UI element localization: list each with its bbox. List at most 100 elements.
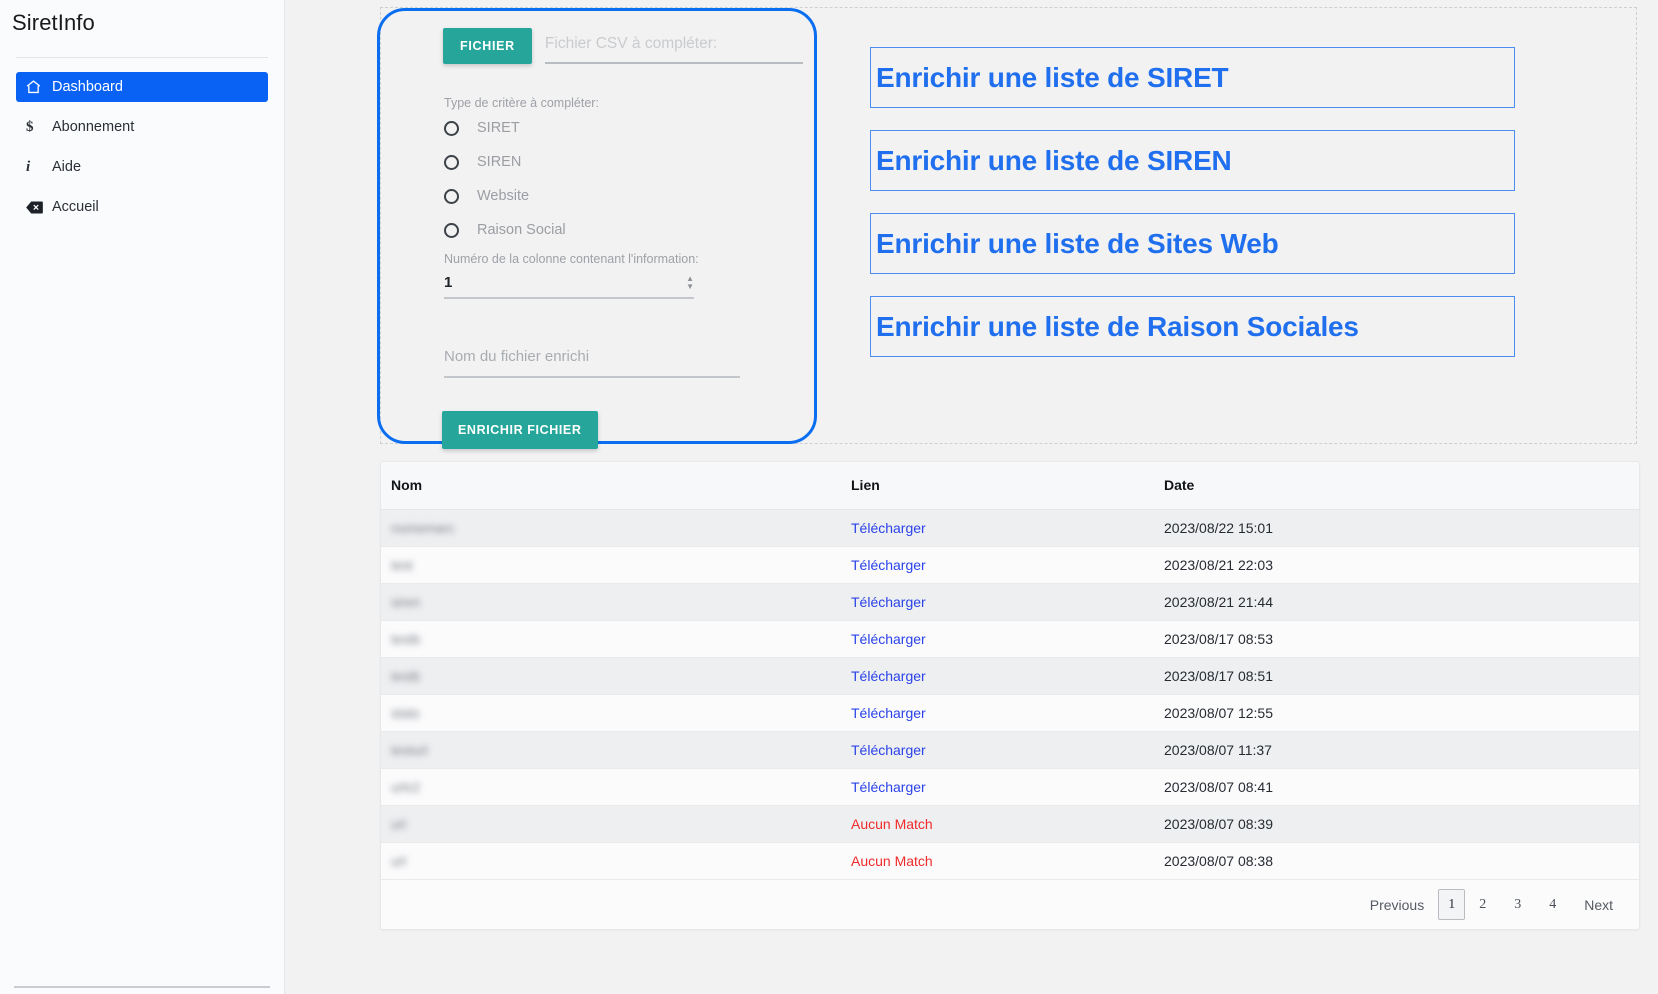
table-row: testb Télécharger 2023/08/17 08:51 <box>381 657 1639 695</box>
cell-lien: Télécharger <box>841 657 1154 695</box>
stepper-down-icon[interactable]: ▼ <box>686 282 694 291</box>
file-upload-row: FICHIER Fichier CSV à compléter: <box>443 28 803 64</box>
cell-nom: siren <box>381 583 841 621</box>
sidebar-item-dashboard[interactable]: Dashboard <box>16 72 268 102</box>
cell-nom: url <box>381 805 841 843</box>
sidebar-item-label: Accueil <box>52 199 99 215</box>
table-head: Nom Lien Date <box>381 462 1639 510</box>
cell-nom: testb <box>381 620 841 658</box>
column-header-date: Date <box>1154 462 1639 510</box>
enrichir-fichier-button[interactable]: ENRICHIR FICHIER <box>442 411 598 449</box>
redacted-filename: test <box>391 558 413 573</box>
cell-nom: nomemarc <box>381 509 841 547</box>
cell-date: 2023/08/07 11:37 <box>1154 731 1639 769</box>
pagination-page-4[interactable]: 4 <box>1535 889 1570 920</box>
download-link[interactable]: Télécharger <box>851 668 926 684</box>
cell-date: 2023/08/07 08:39 <box>1154 805 1639 843</box>
download-link[interactable]: Télécharger <box>851 631 926 647</box>
download-link[interactable]: Télécharger <box>851 520 926 536</box>
column-number-value: 1 <box>444 274 453 291</box>
fichier-button[interactable]: FICHIER <box>443 28 532 64</box>
output-filename-field[interactable]: Nom du fichier enrichi <box>444 348 740 378</box>
download-link[interactable]: Télécharger <box>851 742 926 758</box>
download-link[interactable]: Télécharger <box>851 594 926 610</box>
cell-lien: Télécharger <box>841 694 1154 732</box>
redacted-filename: siren <box>391 595 421 610</box>
cell-lien: Télécharger <box>841 509 1154 547</box>
sidebar-nav: Dashboard $ Abonnement i Aide Accueil <box>0 58 284 222</box>
table-body: nomemarc Télécharger 2023/08/22 15:01 te… <box>381 509 1639 880</box>
cell-lien: Télécharger <box>841 620 1154 658</box>
main-content: FICHIER Fichier CSV à compléter: Type de… <box>285 0 1658 994</box>
cell-date: 2023/08/17 08:51 <box>1154 657 1639 695</box>
number-stepper-icon[interactable]: ▲ ▼ <box>686 274 694 291</box>
sidebar-item-label: Dashboard <box>52 79 123 95</box>
output-filename-underline <box>444 376 740 378</box>
column-number-label: Numéro de la colonne contenant l'informa… <box>444 252 699 266</box>
radio-circle-icon <box>444 222 459 238</box>
redacted-filename: url <box>391 817 407 832</box>
sidebar-item-aide[interactable]: i Aide <box>16 152 268 182</box>
pagination-previous[interactable]: Previous <box>1356 889 1438 920</box>
dollar-icon: $ <box>26 118 34 135</box>
cell-lien: Télécharger <box>841 546 1154 584</box>
radio-label: SIREN <box>477 154 522 170</box>
pagination: Previous 1 2 3 4 Next <box>381 880 1639 929</box>
table-row: url Aucun Match 2023/08/07 08:38 <box>381 842 1639 880</box>
table-row: siren Télécharger 2023/08/21 21:44 <box>381 583 1639 621</box>
file-field[interactable]: Fichier CSV à compléter: <box>544 28 803 64</box>
radio-option-raison-social[interactable]: Raison Social <box>444 213 566 247</box>
column-header-lien: Lien <box>841 462 1154 510</box>
headline-box-sites-web[interactable]: Enrichir une liste de Sites Web <box>870 213 1515 274</box>
no-match-label[interactable]: Aucun Match <box>851 816 933 832</box>
sidebar-item-label: Abonnement <box>52 119 135 135</box>
table-header-row: Nom Lien Date <box>381 462 1639 510</box>
cell-lien: Télécharger <box>841 731 1154 769</box>
headline-box-raison-sociales[interactable]: Enrichir une liste de Raison Sociales <box>870 296 1515 357</box>
radio-label: Raison Social <box>477 222 566 238</box>
download-link[interactable]: Télécharger <box>851 705 926 721</box>
pagination-next[interactable]: Next <box>1570 889 1627 920</box>
cell-date: 2023/08/07 08:38 <box>1154 842 1639 880</box>
download-link[interactable]: Télécharger <box>851 779 926 795</box>
output-filename-placeholder: Nom du fichier enrichi <box>444 348 590 365</box>
redacted-filename: url <box>391 854 407 869</box>
info-icon: i <box>26 158 31 175</box>
cell-date: 2023/08/22 15:01 <box>1154 509 1639 547</box>
cell-nom: stats <box>381 694 841 732</box>
headline-box-siren[interactable]: Enrichir une liste de SIREN <box>870 130 1515 191</box>
headline-list: Enrichir une liste de SIRET Enrichir une… <box>870 47 1515 379</box>
table-row: stats Télécharger 2023/08/07 12:55 <box>381 694 1639 732</box>
pagination-page-2[interactable]: 2 <box>1465 889 1500 920</box>
radio-circle-icon <box>444 120 459 136</box>
table-row: testb Télécharger 2023/08/17 08:53 <box>381 620 1639 658</box>
radio-circle-icon <box>444 188 459 204</box>
redacted-filename: nomemarc <box>391 521 455 536</box>
enrichment-form-card: FICHIER Fichier CSV à compléter: Type de… <box>377 8 817 449</box>
column-number-field[interactable]: 1 ▲ ▼ <box>444 274 694 299</box>
radio-option-siret[interactable]: SIRET <box>444 111 566 145</box>
sidebar-item-accueil[interactable]: Accueil <box>16 192 268 222</box>
cell-lien: Télécharger <box>841 768 1154 806</box>
criteria-label: Type de critère à compléter: <box>444 96 599 110</box>
radio-option-website[interactable]: Website <box>444 179 566 213</box>
radio-circle-icon <box>444 154 459 170</box>
redacted-filename: testurl <box>391 743 428 758</box>
cell-lien: Aucun Match <box>841 842 1154 880</box>
backspace-icon <box>26 201 48 214</box>
radio-option-siren[interactable]: SIREN <box>444 145 566 179</box>
pagination-page-3[interactable]: 3 <box>1500 889 1535 920</box>
files-table: Nom Lien Date nomemarc Télécharger 2023/… <box>381 462 1639 880</box>
no-match-label[interactable]: Aucun Match <box>851 853 933 869</box>
download-link[interactable]: Télécharger <box>851 557 926 573</box>
app-root: SiretInfo Dashboard $ Abonnement i Aide <box>0 0 1658 994</box>
cell-nom: testurl <box>381 731 841 769</box>
pagination-page-1[interactable]: 1 <box>1438 889 1466 920</box>
brand-title: SiretInfo <box>12 10 95 35</box>
column-header-nom: Nom <box>381 462 841 510</box>
headline-box-siret[interactable]: Enrichir une liste de SIRET <box>870 47 1515 108</box>
table-row: testurl Télécharger 2023/08/07 11:37 <box>381 731 1639 769</box>
cell-lien: Aucun Match <box>841 805 1154 843</box>
cell-date: 2023/08/21 22:03 <box>1154 546 1639 584</box>
sidebar-item-abonnement[interactable]: $ Abonnement <box>16 112 268 142</box>
